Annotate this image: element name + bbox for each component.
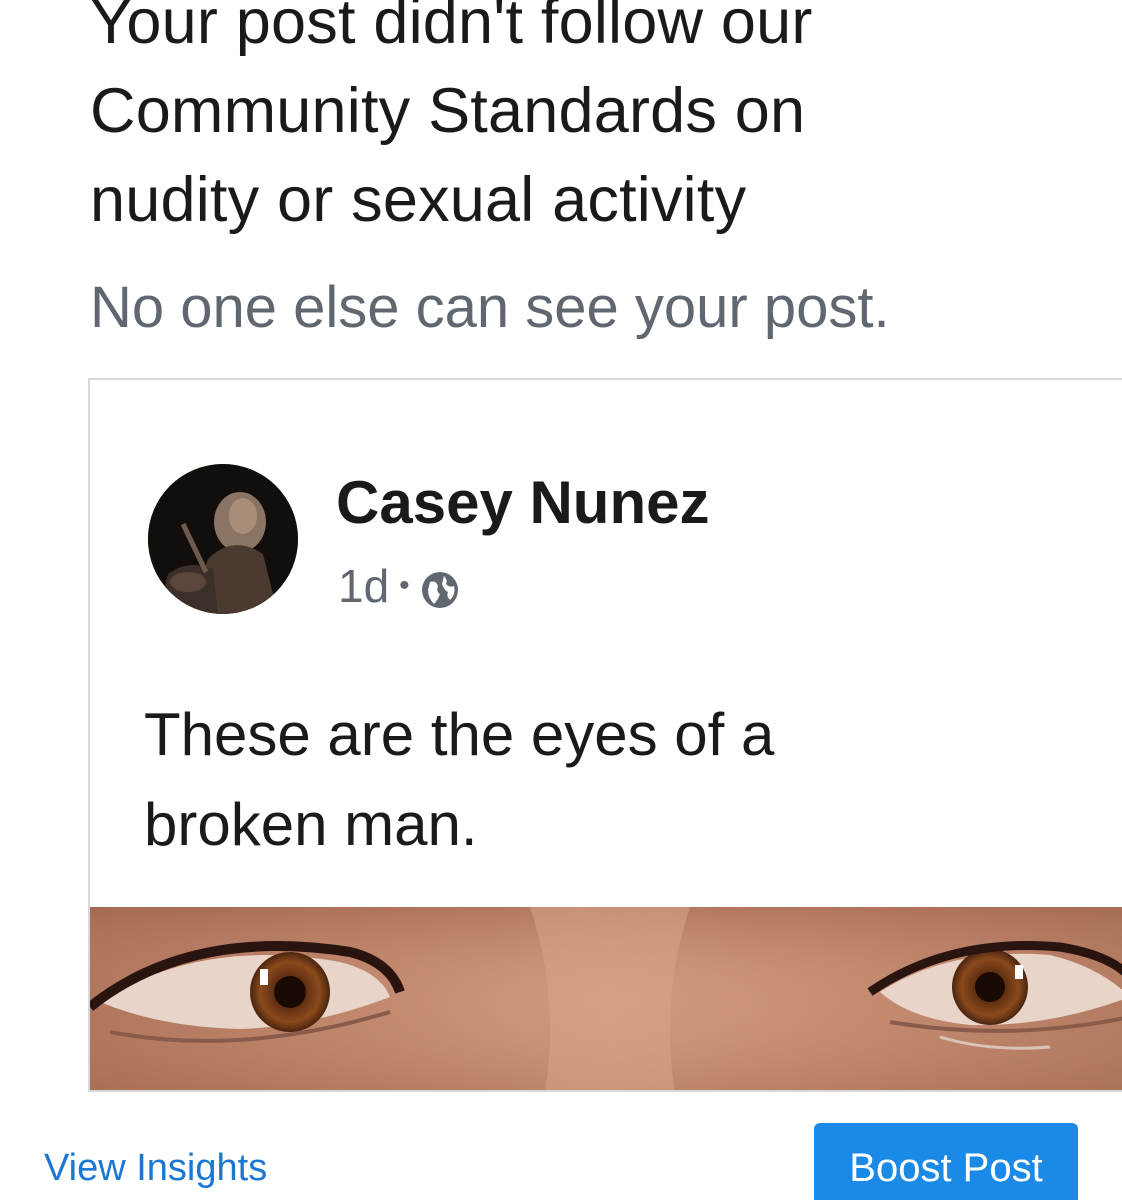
notice-subtitle: No one else can see your post. — [90, 275, 890, 340]
post-image[interactable] — [90, 907, 1122, 1090]
post-preview-card: Casey Nunez 1d • These are the eyes of a… — [88, 378, 1122, 1092]
post-text-line: broken man. — [144, 791, 478, 858]
avatar[interactable] — [148, 464, 298, 614]
eyes-photo — [90, 907, 1122, 1090]
meta-separator: • — [399, 569, 410, 602]
post-author-name[interactable]: Casey Nunez — [336, 468, 709, 538]
avatar-photo — [148, 464, 298, 614]
post-text: These are the eyes of a broken man. — [144, 690, 1104, 870]
boost-post-button[interactable]: Boost Post — [814, 1123, 1078, 1200]
notice-headline: Your post didn't follow our Community St… — [90, 0, 1090, 245]
view-insights-link[interactable]: View Insights — [44, 1142, 267, 1194]
headline-line: Community Standards on — [90, 76, 806, 146]
headline-line: nudity or sexual activity — [90, 165, 747, 235]
post-text-line: These are the eyes of a — [144, 701, 775, 768]
post-meta: 1d • — [338, 558, 460, 614]
headline-line: Your post didn't follow our — [90, 0, 813, 57]
globe-icon — [420, 566, 460, 608]
post-removed-notice-page: Your post didn't follow our Community St… — [0, 0, 1122, 1200]
post-timestamp[interactable]: 1d — [338, 558, 389, 614]
